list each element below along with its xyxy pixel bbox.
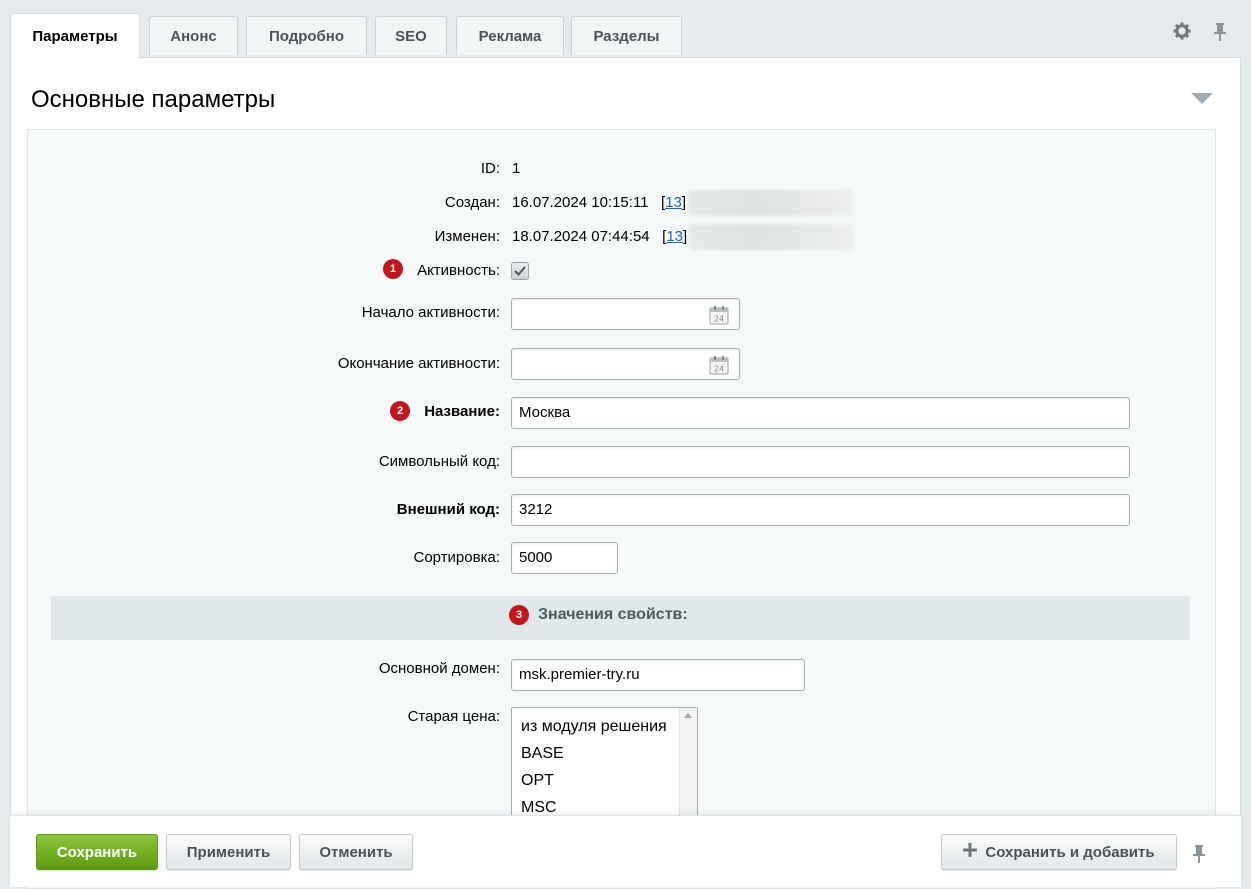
scrollbar[interactable] [679, 708, 697, 816]
modified-user-name [689, 224, 855, 251]
modified-date: 18.07.2024 07:44:54 [512, 228, 650, 245]
created-user-link[interactable]: 13 [665, 194, 682, 211]
apply-button[interactable]: Применить [166, 834, 291, 870]
tab-advertising[interactable]: Реклама [456, 16, 564, 55]
hint-badge-1: 1 [383, 259, 403, 279]
xml-id-input[interactable]: 3212 [511, 494, 1130, 526]
tab-details[interactable]: Подробно [246, 16, 367, 55]
svg-text:24: 24 [714, 315, 724, 324]
name-label: Название: [424, 403, 500, 420]
svg-text:24: 24 [714, 365, 724, 374]
list-item[interactable]: из модуля решения [521, 718, 667, 736]
sort-label: Сортировка: [413, 549, 501, 566]
hint-badge-3: 3 [509, 605, 529, 625]
plus-icon [963, 843, 978, 861]
code-input[interactable] [511, 446, 1130, 478]
active-to-input[interactable]: 24 [511, 348, 740, 380]
save-and-add-label: Сохранить и добавить [985, 843, 1155, 861]
modified-user-link[interactable]: 13 [666, 228, 683, 245]
created-user-name [688, 190, 854, 217]
list-item[interactable]: BASE [521, 745, 564, 763]
active-to-label: Окончание активности: [337, 355, 500, 372]
section-title: Основные параметры [31, 86, 276, 113]
properties-title: Значения свойств: [538, 606, 688, 623]
gear-icon[interactable] [1173, 22, 1191, 46]
save-and-add-button[interactable]: Сохранить и добавить [941, 834, 1177, 870]
active-from-label: Начало активности: [361, 304, 500, 321]
id-label: ID: [480, 160, 500, 177]
pin-icon[interactable] [1213, 22, 1227, 46]
tab-parameters[interactable]: Параметры [10, 13, 140, 59]
main-domain-input[interactable]: msk.premier-try.ru [511, 659, 805, 691]
name-input[interactable]: Москва [511, 397, 1130, 429]
xml-id-label: Внешний код: [396, 501, 500, 518]
code-label: Символьный код: [378, 453, 500, 470]
chevron-down-icon[interactable] [1191, 93, 1213, 104]
created-date: 16.07.2024 10:15:11 [512, 194, 649, 211]
tab-announce[interactable]: Анонс [149, 16, 238, 55]
main-domain-label: Основной домен: [378, 660, 500, 677]
hint-badge-2: 2 [390, 401, 410, 421]
checkmark-icon [514, 266, 526, 276]
created-label: Создан: [444, 194, 500, 211]
old-price-select[interactable]: из модуля решения BASE OPT MSC [511, 707, 698, 817]
created-value-row: 16.07.2024 10:15:11 [13] [512, 188, 854, 218]
save-button[interactable]: Сохранить [36, 834, 158, 870]
scroll-up-icon[interactable] [684, 713, 692, 718]
list-item[interactable]: OPT [521, 772, 554, 790]
tab-seo[interactable]: SEO [375, 16, 447, 55]
modified-value-row: 18.07.2024 07:44:54 [13] [512, 222, 855, 252]
calendar-icon[interactable]: 24 [709, 355, 729, 386]
sort-input[interactable]: 5000 [511, 542, 618, 574]
tab-sections[interactable]: Разделы [571, 16, 682, 55]
calendar-icon[interactable]: 24 [709, 305, 729, 336]
id-value: 1 [512, 160, 521, 177]
pin-icon[interactable] [1192, 844, 1206, 868]
old-price-label: Старая цена: [407, 708, 500, 725]
cancel-button[interactable]: Отменить [299, 834, 413, 870]
active-label: Активность: [417, 262, 500, 279]
modified-label: Изменен: [434, 228, 500, 245]
active-from-input[interactable]: 24 [511, 298, 740, 330]
active-checkbox[interactable] [511, 262, 529, 280]
